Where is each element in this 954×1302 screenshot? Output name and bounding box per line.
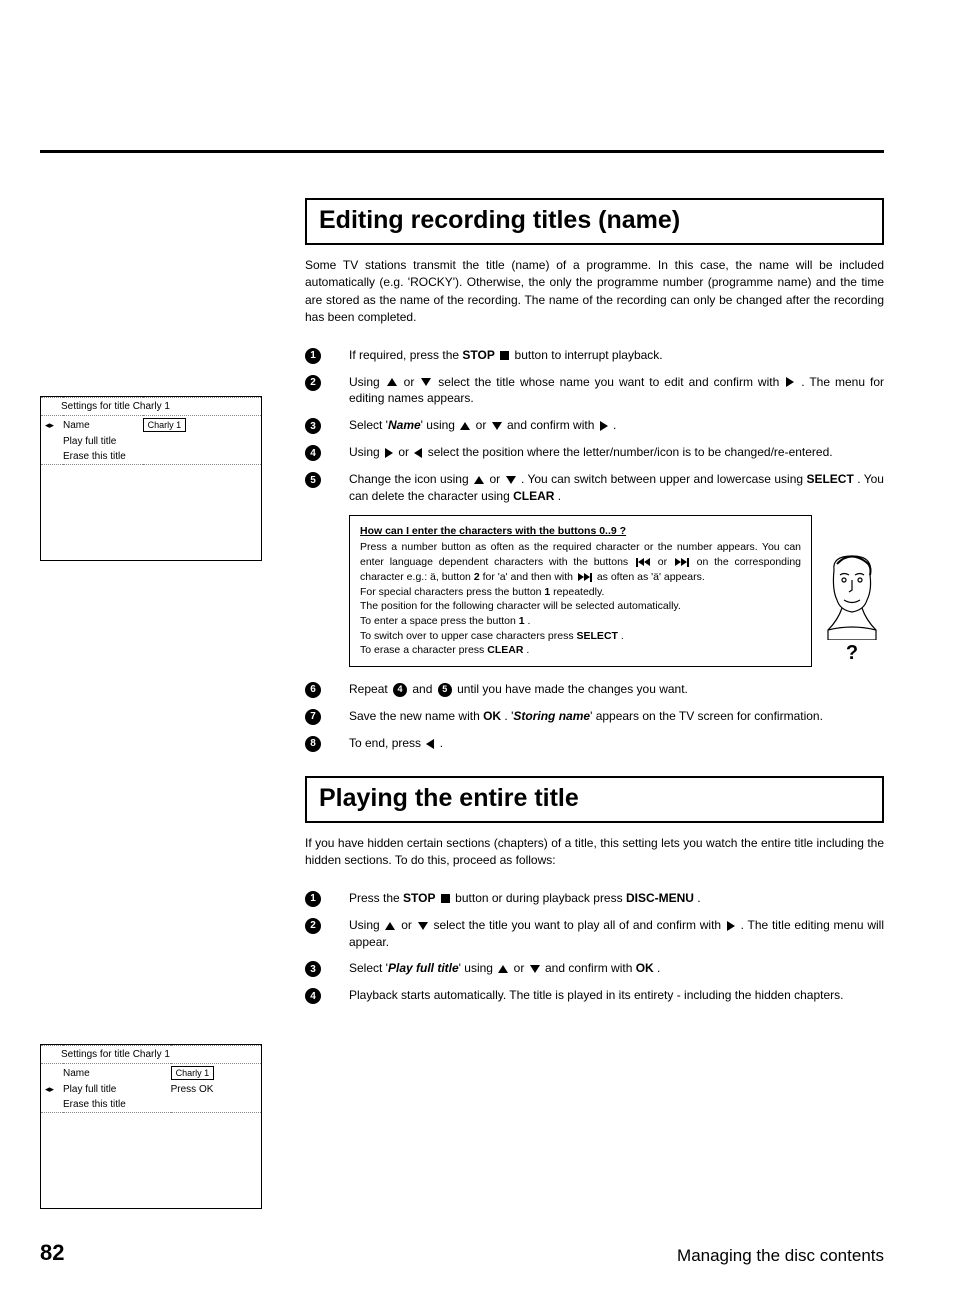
- step-7-text: Save the new name with OK . 'Storing nam…: [349, 708, 884, 725]
- step-number-icon: 7: [305, 709, 321, 725]
- osd-row-erase: Erase this title: [63, 449, 261, 465]
- right-icon: [385, 448, 393, 458]
- step-ref-icon: 5: [438, 683, 452, 697]
- step-1-text: If required, press the STOP button to in…: [349, 347, 884, 364]
- stop-icon: [500, 351, 509, 360]
- down-icon: [530, 965, 540, 973]
- step-3-text: Select 'Name' using or and confirm with …: [349, 417, 884, 434]
- skip-fwd-icon: [578, 573, 592, 582]
- up-icon: [385, 922, 395, 930]
- down-icon: [418, 922, 428, 930]
- step-number-icon: 2: [305, 918, 321, 934]
- play-steps: 1 Press the STOP button or during playba…: [305, 890, 884, 1005]
- osd-row-playfull: Play full title: [63, 434, 261, 449]
- skip-fwd-icon: [675, 558, 689, 567]
- play-step-3: Select 'Play full title' using or and co…: [349, 960, 884, 977]
- step-number-icon: 1: [305, 891, 321, 907]
- play-intro: If you have hidden certain sections (cha…: [305, 835, 884, 870]
- question-mark-icon: ?: [846, 642, 858, 665]
- up-icon: [460, 422, 470, 430]
- step-2-text: Using or select the title whose name you…: [349, 374, 884, 408]
- step-4-text: Using or select the position where the l…: [349, 444, 884, 461]
- footer: 82 Managing the disc contents: [40, 1240, 884, 1266]
- edit-steps: 1 If required, press the STOP button to …: [305, 347, 884, 505]
- up-icon: [498, 965, 508, 973]
- osd-row-name-value: Charly 1: [143, 418, 187, 432]
- osd-row-name-value: Charly 1: [171, 1066, 215, 1080]
- section-title-play: Playing the entire title: [305, 776, 884, 823]
- skip-back-icon: [636, 558, 650, 567]
- page-number: 82: [40, 1240, 64, 1266]
- step-number-icon: 4: [305, 988, 321, 1004]
- row-indicator-icon: ◂▸: [41, 416, 63, 435]
- down-icon: [421, 378, 431, 386]
- up-icon: [387, 378, 397, 386]
- left-icon: [426, 739, 434, 749]
- osd-header: Settings for title Charly 1: [41, 398, 261, 416]
- right-column: Editing recording titles (name) Some TV …: [305, 198, 884, 1209]
- osd-play-title: Settings for title Charly 1 Name Charly …: [40, 1044, 262, 1209]
- left-column: Settings for title Charly 1 ◂▸ Name Char…: [40, 198, 305, 1209]
- osd-row-name-label: Name: [63, 1064, 171, 1083]
- osd-header: Settings for title Charly 1: [41, 1046, 261, 1064]
- info-box-header: How can I enter the characters with the …: [360, 524, 801, 539]
- step-number-icon: 8: [305, 736, 321, 752]
- osd-row-playfull-label: Play full title: [63, 1082, 171, 1097]
- right-icon: [600, 421, 608, 431]
- step-number-icon: 2: [305, 375, 321, 391]
- step-number-icon: 6: [305, 682, 321, 698]
- right-icon: [727, 921, 735, 931]
- right-icon: [786, 377, 794, 387]
- up-icon: [474, 476, 484, 484]
- down-icon: [492, 422, 502, 430]
- face-icon: [822, 550, 882, 640]
- play-step-1: Press the STOP button or during playback…: [349, 890, 884, 907]
- left-icon: [414, 448, 422, 458]
- top-rule: [40, 150, 884, 153]
- osd-row-name-label: Name: [63, 416, 143, 435]
- play-step-2: Using or select the title you want to pl…: [349, 917, 884, 951]
- osd-row-erase: Erase this title: [63, 1097, 261, 1113]
- info-box: How can I enter the characters with the …: [349, 515, 812, 667]
- step-number-icon: 5: [305, 472, 321, 488]
- step-6-text: Repeat 4 and 5 until you have made the c…: [349, 681, 884, 698]
- page: Settings for title Charly 1 ◂▸ Name Char…: [0, 0, 954, 1302]
- edit-steps-cont: 6 Repeat 4 and 5 until you have made the…: [305, 681, 884, 752]
- down-icon: [506, 476, 516, 484]
- chapter-title: Managing the disc contents: [677, 1246, 884, 1266]
- osd-edit-title: Settings for title Charly 1 ◂▸ Name Char…: [40, 396, 262, 561]
- step-number-icon: 4: [305, 445, 321, 461]
- step-8-text: To end, press .: [349, 735, 884, 752]
- section-title-edit: Editing recording titles (name): [305, 198, 884, 245]
- edit-intro: Some TV stations transmit the title (nam…: [305, 257, 884, 327]
- step-ref-icon: 4: [393, 683, 407, 697]
- step-number-icon: 3: [305, 418, 321, 434]
- row-indicator-icon: ◂▸: [41, 1082, 63, 1097]
- step-number-icon: 1: [305, 348, 321, 364]
- play-step-4: Playback starts automatically. The title…: [349, 987, 884, 1004]
- step-number-icon: 3: [305, 961, 321, 977]
- step-5-text: Change the icon using or . You can switc…: [349, 471, 884, 505]
- stop-icon: [441, 894, 450, 903]
- osd-row-playfull-value: Press OK: [171, 1082, 261, 1097]
